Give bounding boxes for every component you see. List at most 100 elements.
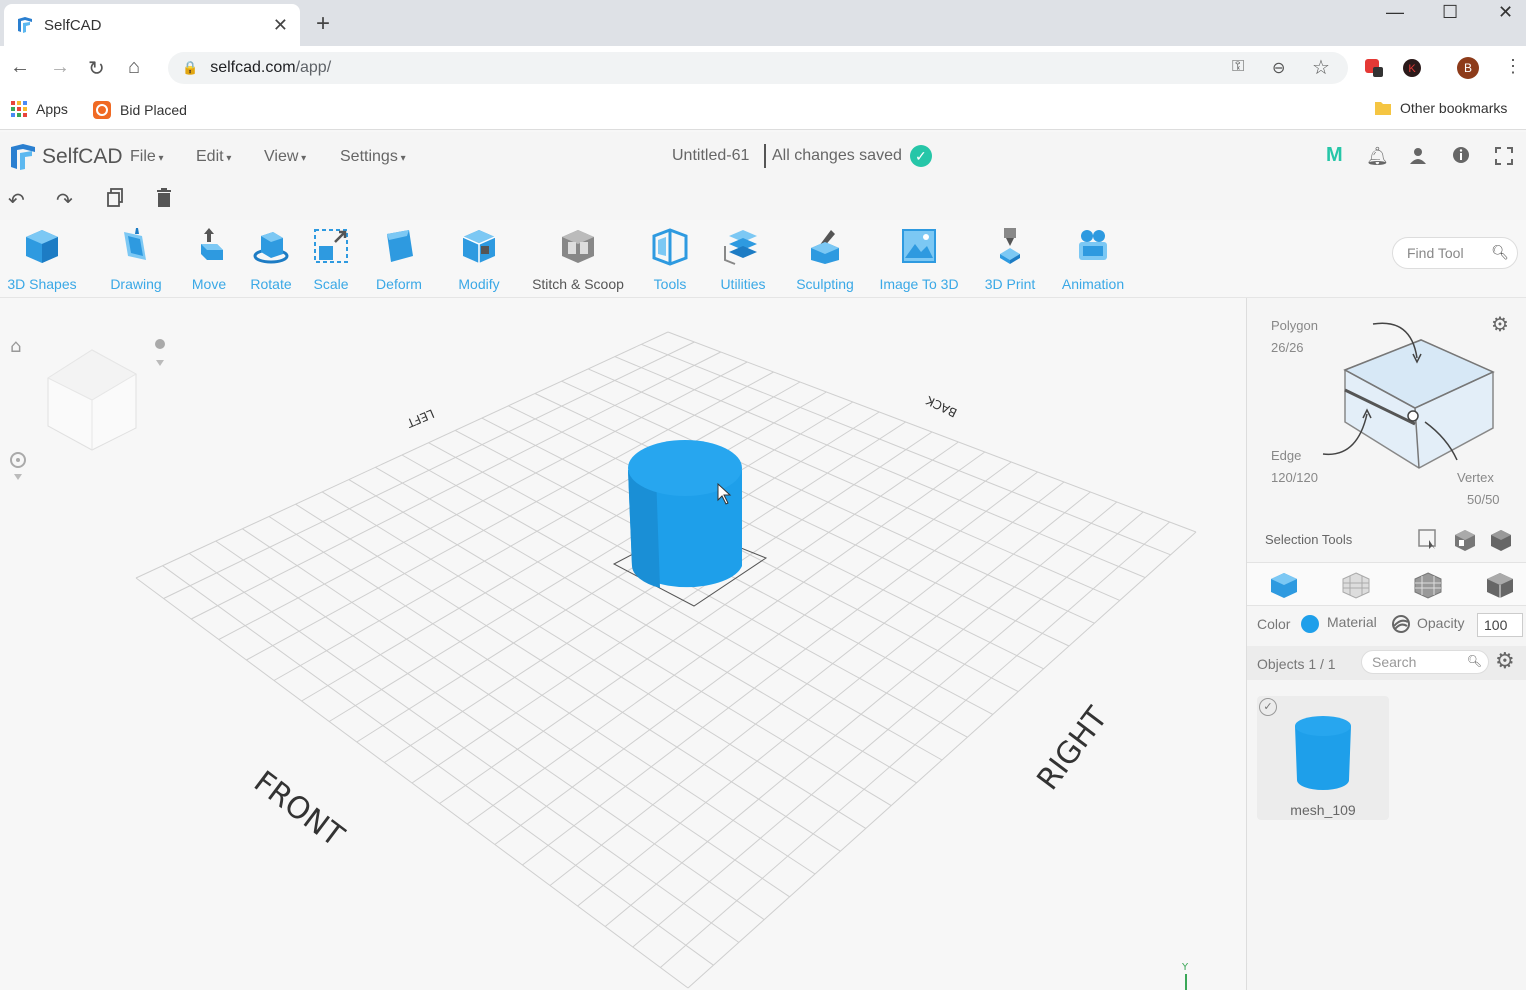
rect-select-icon[interactable] [1417, 528, 1439, 550]
search-icon[interactable]: 🔍︎ [1467, 654, 1482, 668]
tool-image-to-3d[interactable]: Image To 3D [872, 226, 966, 292]
fullscreen-icon[interactable] [1494, 146, 1514, 171]
bookmark-bid-placed[interactable]: Bid Placed [92, 100, 187, 120]
menu-view[interactable]: View ▾ [264, 148, 306, 166]
object-card[interactable]: ✓ mesh_109 [1257, 696, 1389, 820]
home-icon[interactable]: ⌂ [128, 56, 140, 79]
svg-text:K: K [1408, 63, 1416, 75]
image-to-3d-icon [902, 229, 936, 263]
reload-icon[interactable]: ↻ [88, 56, 105, 81]
bookmark-label: Bid Placed [120, 102, 187, 118]
tab-close-icon[interactable]: ✕ [273, 15, 288, 36]
objects-settings-gear-icon[interactable]: ⚙ [1495, 648, 1515, 674]
tool-move[interactable]: Move [184, 226, 234, 292]
grid-line [162, 565, 714, 966]
other-bookmarks[interactable]: Other bookmarks [1374, 100, 1507, 116]
search-icon[interactable]: 🔍︎ [1491, 244, 1509, 261]
left-label: LEFT [404, 406, 436, 430]
browser-menu-icon[interactable]: ⋮ [1504, 56, 1522, 77]
browser-tab[interactable]: SelfCAD ✕ [4, 4, 300, 46]
3d-viewport[interactable]: ⌂ FRONT RIGHT LEFT BACK Y [0, 298, 1246, 990]
objects-header: Objects 1 / 1 Search 🔍︎ ⚙ [1247, 646, 1526, 680]
extension-icon[interactable] [1364, 58, 1384, 83]
zoom-icon[interactable]: ⊖ [1272, 58, 1285, 78]
vertex-mode-icon[interactable] [1341, 571, 1371, 599]
tool-utilities[interactable]: Utilities [710, 226, 776, 292]
home-view-icon[interactable]: ⌂ [10, 336, 21, 357]
object-mode-icon[interactable] [1269, 571, 1299, 599]
tool-3d-shapes[interactable]: 3D Shapes [0, 226, 84, 292]
bid-placed-icon [93, 101, 111, 119]
grid-line [215, 540, 765, 921]
tool-label: Modify [458, 276, 500, 292]
main-toolbar: 3D Shapes Drawing Move Rotate Scale Defo… [0, 220, 1526, 298]
scene-canvas[interactable]: ⌂ FRONT RIGHT LEFT BACK Y [0, 298, 1246, 990]
new-tab-icon[interactable]: + [316, 10, 330, 38]
back-icon[interactable]: ← [10, 56, 30, 79]
lock-icon: 🔒 [182, 60, 199, 75]
target-icon[interactable] [10, 452, 26, 480]
window-close-icon[interactable]: ✕ [1498, 2, 1513, 23]
color-swatch[interactable] [1301, 615, 1319, 633]
cylinder-object[interactable] [628, 440, 742, 588]
find-tool-input[interactable]: Find Tool 🔍︎ [1392, 237, 1518, 269]
find-tool-placeholder: Find Tool [1407, 245, 1464, 261]
view-cube[interactable] [46, 349, 138, 451]
grid-line [687, 531, 1197, 989]
redo-icon[interactable]: ↷ [56, 188, 73, 213]
bell-icon[interactable]: 🔔︎ [1366, 146, 1389, 167]
profile-avatar[interactable]: B [1456, 56, 1480, 85]
light-icon[interactable] [155, 339, 165, 366]
user-icon[interactable] [1408, 146, 1428, 171]
search-placeholder: Search [1372, 654, 1417, 670]
tool-deform[interactable]: Deform [364, 226, 434, 292]
tool-tools[interactable]: Tools [642, 226, 698, 292]
tool-rotate[interactable]: Rotate [246, 226, 296, 292]
opacity-input[interactable]: 100 [1477, 613, 1523, 637]
menu-file[interactable]: File ▾ [130, 148, 164, 166]
bookmark-star-icon[interactable]: ☆ [1312, 55, 1330, 80]
key-icon[interactable]: ⚿ [1232, 58, 1244, 76]
edge-mode-icon[interactable] [1413, 571, 1443, 599]
right-label: RIGHT [1030, 700, 1115, 797]
tool-drawing[interactable]: Drawing [100, 226, 172, 292]
bookmark-apps[interactable]: Apps [10, 100, 68, 118]
extension-k-icon[interactable]: K [1402, 58, 1422, 83]
object-select-icon[interactable] [1453, 528, 1477, 552]
undo-icon[interactable]: ↶ [8, 188, 25, 213]
url-host: selfcad.com [210, 59, 296, 76]
solid-select-icon[interactable] [1489, 528, 1513, 552]
drawing-icon [124, 228, 146, 260]
scale-icon [314, 229, 348, 263]
selection-mode-tabs [1247, 562, 1526, 606]
objects-search-input[interactable]: Search 🔍︎ [1361, 650, 1489, 674]
tool-stitch-scoop[interactable]: Stitch & Scoop [526, 226, 630, 292]
minimize-icon[interactable]: — [1386, 2, 1404, 23]
selfcad-favicon-icon [18, 17, 32, 33]
m-logo-icon[interactable]: M [1326, 144, 1343, 167]
forward-icon[interactable]: → [50, 56, 70, 79]
info-icon[interactable] [1452, 146, 1470, 169]
maximize-icon[interactable]: ☐ [1442, 2, 1458, 23]
tool-modify[interactable]: Modify [446, 226, 512, 292]
modify-icon [462, 230, 496, 263]
copy-icon[interactable] [106, 188, 124, 214]
selfcad-logo[interactable]: SelfCAD [8, 142, 123, 172]
delete-icon[interactable] [156, 188, 172, 214]
document-name[interactable]: Untitled-61 [672, 147, 749, 165]
object-select-check-icon[interactable]: ✓ [1259, 698, 1277, 716]
tool-label: Move [191, 276, 227, 292]
tool-3d-print[interactable]: 3D Print [978, 226, 1042, 292]
menu-settings[interactable]: Settings ▾ [340, 148, 406, 166]
right-panel: Polygon 26/26 Edge 120/120 Vertex 50/50 … [1246, 298, 1526, 990]
material-icon[interactable] [1391, 614, 1411, 634]
menu-edit[interactable]: Edit ▾ [196, 148, 231, 166]
utilities-icon [724, 230, 757, 265]
animation-icon [1079, 230, 1107, 260]
deform-icon [387, 230, 413, 262]
tool-sculpting[interactable]: Sculpting [790, 226, 860, 292]
tool-animation[interactable]: Animation [1054, 226, 1132, 292]
tool-scale[interactable]: Scale [308, 226, 354, 292]
address-input[interactable]: 🔒 selfcad.com/app/ [168, 52, 1348, 84]
face-mode-icon[interactable] [1485, 571, 1515, 599]
